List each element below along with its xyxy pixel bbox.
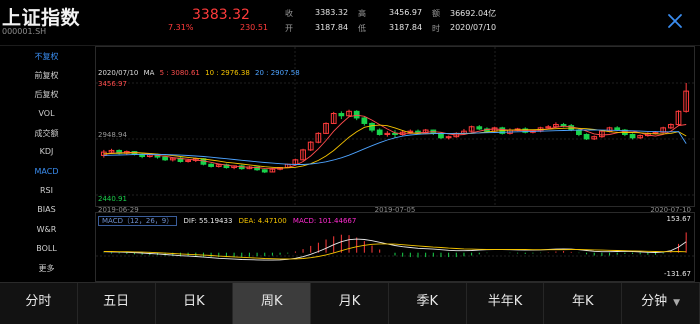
price-high-label: 3456.97 — [98, 80, 127, 88]
period-tab-bar: 分时 五日 日K 周K 月K 季K 半年K 年K 分钟 ▼ — [0, 282, 700, 324]
sidebar-item[interactable]: 更多 — [0, 263, 93, 274]
tab-label: 分钟 — [641, 294, 668, 309]
tab-label: 年K — [572, 294, 594, 309]
time-value: 2020/07/10 — [450, 23, 497, 32]
candle-body — [353, 110, 360, 119]
macd-max-label: 153.67 — [667, 215, 692, 223]
candle-body — [361, 117, 368, 124]
price-mid-label: 2948.94 — [98, 131, 127, 139]
dif-value: DIF: 55.19433 — [183, 217, 233, 225]
current-price: 3383.32 — [192, 7, 250, 23]
tab-label: 季K — [416, 294, 439, 309]
candle-body — [162, 156, 169, 161]
time-label: 时 — [432, 24, 440, 33]
sidebar-item[interactable]: 后复权 — [0, 89, 93, 100]
high-value: 3456.97 — [389, 8, 423, 17]
sidebar-item[interactable]: 不复权 — [0, 51, 93, 62]
change-amount: 230.51 — [240, 23, 268, 32]
candle-body — [476, 126, 483, 130]
open-value: 3187.84 — [315, 23, 349, 32]
chart-date: 2020/07/10 — [98, 69, 139, 77]
stock-code: 000001.SH — [2, 27, 47, 36]
tab-period[interactable]: 日K — [156, 283, 234, 324]
dea-value: DEA: 4.47100 — [238, 217, 287, 225]
sidebar-item[interactable]: 成交额 — [0, 128, 93, 139]
tab-label: 半年K — [487, 294, 523, 309]
candle-body — [560, 124, 567, 127]
candle-body — [392, 132, 398, 135]
close-icon — [668, 14, 682, 28]
tab-label: 周K — [260, 294, 283, 309]
tab-period[interactable]: 分钟 ▼ — [622, 283, 700, 324]
stock-name: 上证指数 — [2, 7, 81, 29]
candle-body — [369, 122, 375, 131]
sidebar-item[interactable]: W&R — [0, 225, 93, 234]
tab-period[interactable]: 季K — [389, 283, 467, 324]
sidebar-item[interactable]: MACD — [0, 167, 93, 176]
close-value: 3383.32 — [315, 8, 349, 17]
price-low-label: 2440.91 — [98, 195, 127, 203]
x-date-label: 2019-07-05 — [375, 206, 416, 214]
chevron-down-icon: ▼ — [673, 298, 681, 308]
ma-line-5 — [103, 114, 687, 170]
high-label: 高 — [358, 9, 366, 18]
candle-body — [629, 133, 636, 139]
amount-value: 36692.04亿 — [450, 9, 497, 18]
tab-label: 五日 — [103, 294, 130, 309]
sidebar-item[interactable]: BIAS — [0, 205, 93, 214]
low-value: 3187.84 — [389, 23, 423, 32]
ma-label: MA — [143, 69, 155, 77]
change-percent: 7.31% — [168, 23, 194, 32]
ma10-value: 10 : 2976.38 — [205, 69, 250, 77]
tab-period[interactable]: 五日 — [78, 283, 156, 324]
tab-period[interactable]: 半年K — [467, 283, 545, 324]
sidebar-item[interactable]: KDJ — [0, 147, 93, 156]
macd-legend: MACD（12，26，9） DIF: 55.19433 DEA: 4.47100… — [98, 216, 360, 226]
low-label: 低 — [358, 24, 366, 33]
indicator-sidebar: 不复权前复权后复权 VOL 成交额 KDJ MACD RSI BIAS W&R BOLL 更多 — [0, 46, 93, 282]
candle-body — [338, 113, 345, 117]
tab-label: 月K — [338, 294, 361, 309]
x-date-label: 2019-06-29 — [98, 206, 139, 214]
sidebar-item[interactable]: 前复权 — [0, 70, 93, 81]
amount-label: 额 — [432, 9, 440, 18]
macd-min-label: -131.67 — [664, 270, 691, 278]
sidebar-item[interactable]: RSI — [0, 186, 93, 195]
tab-period[interactable]: 分时 — [0, 283, 78, 324]
close-label: 收 — [285, 9, 293, 18]
macd-params-button[interactable]: MACD（12，26，9） — [98, 216, 178, 226]
ma-legend: 2020/07/10 MA 5 : 3080.61 10 : 2976.38 2… — [98, 69, 303, 77]
tab-period[interactable]: 年K — [544, 283, 623, 324]
ma20-value: 20 : 2907.58 — [255, 69, 300, 77]
sidebar-item[interactable]: BOLL — [0, 244, 93, 253]
candle-body — [576, 129, 582, 135]
tab-period[interactable]: 周K — [233, 283, 312, 324]
macd-value: MACD: 101.44667 — [292, 217, 357, 225]
kline-chart[interactable]: 3456.97 2948.94 2440.91 2019-06-29 2019-07-0… — [95, 46, 695, 282]
candle-body — [376, 129, 383, 135]
close-button[interactable] — [666, 12, 684, 30]
candle-body — [261, 169, 268, 173]
tab-label: 分时 — [25, 294, 52, 309]
candle-body — [438, 132, 444, 139]
x-date-label: 2020-07-10 — [650, 206, 691, 214]
tab-period[interactable]: 月K — [311, 283, 389, 324]
candle-body — [208, 163, 214, 167]
sidebar-item[interactable]: VOL — [0, 109, 93, 118]
candle-body — [583, 133, 590, 140]
ma5-value: 5 : 3080.61 — [159, 69, 200, 77]
open-label: 开 — [285, 24, 293, 33]
tab-label: 日K — [183, 294, 205, 309]
candle-body — [614, 127, 621, 131]
